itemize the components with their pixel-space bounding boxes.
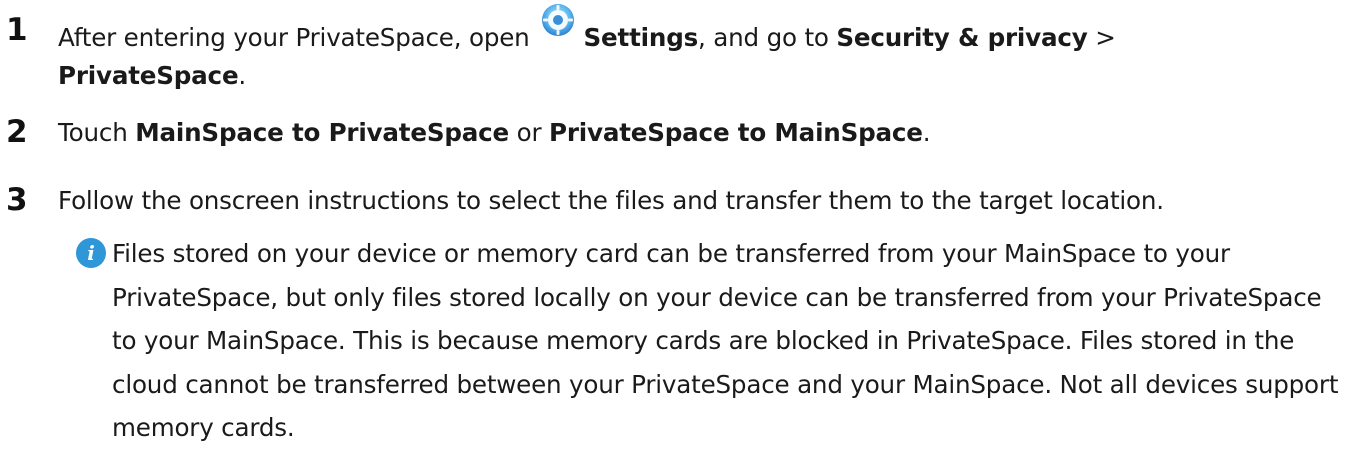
path-separator: >	[1087, 23, 1116, 52]
step-text-part: After entering your PrivateSpace, open	[58, 23, 530, 52]
step-text: Touch MainSpace to PrivateSpace or Priva…	[58, 114, 1337, 152]
option-mainspace-to-privatespace: MainSpace to PrivateSpace	[135, 118, 509, 147]
step-number: 1	[6, 12, 28, 48]
step-text-end: .	[922, 118, 931, 147]
step-text: Follow the onscreen instructions to sele…	[58, 186, 1164, 215]
step-number: 2	[6, 114, 28, 150]
settings-link-label: Settings	[583, 23, 699, 52]
privatespace-label: PrivateSpace	[58, 61, 239, 90]
step-text-part: Touch	[58, 118, 136, 147]
security-privacy-label: Security & privacy	[836, 23, 1088, 52]
option-privatespace-to-mainspace: PrivateSpace to MainSpace	[549, 118, 923, 147]
info-icon: i	[76, 238, 106, 268]
step-number: 3	[6, 182, 28, 218]
step-text-part: or	[509, 118, 549, 147]
note-text: Files stored on your device or memory ca…	[112, 239, 1339, 442]
step-text-end: .	[238, 61, 247, 90]
settings-app-icon	[540, 2, 576, 38]
info-note: i Files stored on your device or memory …	[76, 232, 1341, 452]
step-text: After entering your PrivateSpace, open S…	[58, 4, 1337, 95]
step-text-part: , and go to	[698, 23, 829, 52]
